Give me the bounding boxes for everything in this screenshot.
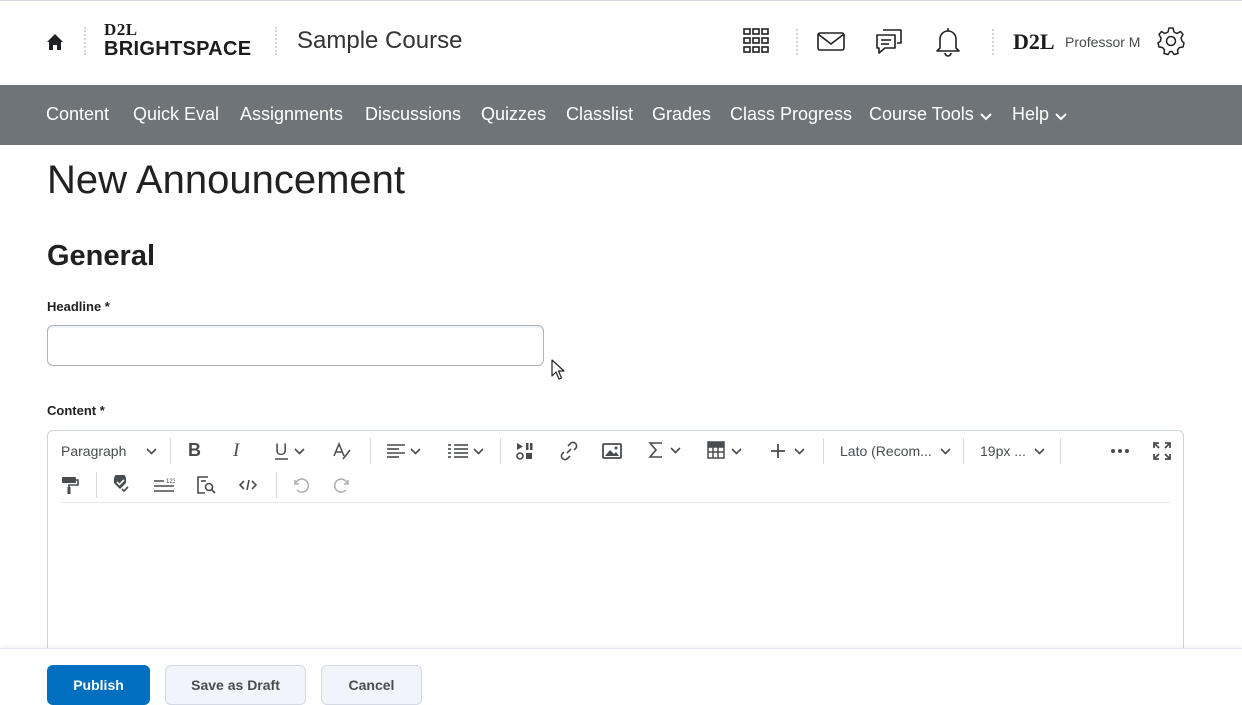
nav-discussions[interactable]: Discussions	[365, 104, 461, 125]
user-name[interactable]: Professor M	[1065, 34, 1140, 50]
headline-input[interactable]	[47, 325, 544, 366]
save-draft-button[interactable]: Save as Draft	[165, 665, 306, 705]
course-selector-grid-icon[interactable]	[740, 25, 772, 57]
word-count-icon[interactable]: 123	[153, 477, 175, 493]
toolbar-divider	[96, 472, 97, 498]
mouse-pointer-icon	[550, 358, 566, 387]
svg-text:B: B	[188, 440, 201, 460]
chevron-down-icon	[670, 441, 681, 459]
chevron-down-icon	[980, 105, 992, 126]
insert-plus-icon[interactable]	[770, 442, 805, 460]
toolbar-bottom-border	[60, 502, 1170, 503]
email-icon[interactable]	[815, 25, 847, 57]
chevron-down-icon	[1055, 105, 1067, 126]
undo-icon[interactable]	[291, 476, 309, 494]
toolbar-divider	[276, 472, 277, 498]
logo-brightspace-text: BRIGHTSPACE	[104, 38, 252, 60]
divider	[275, 27, 277, 55]
course-navbar: Content Quick Eval Assignments Discussio…	[0, 85, 1242, 145]
chat-icon[interactable]	[873, 25, 905, 57]
chevron-down-icon	[1034, 442, 1045, 460]
more-options-icon[interactable]	[1110, 448, 1130, 454]
font-size-dropdown[interactable]: 19px ...	[980, 441, 1045, 461]
svg-text:123: 123	[166, 479, 175, 485]
nav-course-tools[interactable]: Course Tools	[869, 104, 992, 126]
link-icon[interactable]	[559, 441, 579, 461]
content-label: Content *	[47, 403, 105, 418]
preview-icon[interactable]	[196, 475, 216, 495]
bold-icon[interactable]: B	[187, 440, 203, 460]
redo-icon[interactable]	[334, 476, 352, 494]
divider	[796, 29, 798, 55]
section-title: General	[47, 240, 155, 272]
font-size-value: 19px ...	[980, 443, 1026, 459]
insert-media-icon[interactable]	[515, 441, 535, 461]
source-code-icon[interactable]	[238, 478, 258, 492]
brightspace-logo[interactable]: D2L BRIGHTSPACE	[104, 21, 251, 60]
rich-text-editor[interactable]: Paragraph B I U Lato (Recom... 19px ... …	[47, 430, 1184, 670]
toolbar-divider	[500, 438, 501, 464]
format-painter-icon[interactable]	[60, 475, 80, 495]
chevron-down-icon	[731, 442, 742, 460]
gear-icon[interactable]	[1155, 25, 1187, 57]
font-family-dropdown[interactable]: Lato (Recom...	[840, 441, 951, 461]
align-icon[interactable]	[386, 442, 421, 460]
nav-help[interactable]: Help	[1012, 104, 1067, 126]
svg-text:U: U	[275, 440, 287, 459]
toolbar-divider	[370, 438, 371, 464]
org-logo[interactable]: D2L	[1013, 29, 1055, 55]
block-format-value: Paragraph	[61, 443, 127, 459]
text-color-icon[interactable]	[332, 441, 352, 461]
equation-icon[interactable]	[648, 440, 681, 460]
course-title[interactable]: Sample Course	[297, 27, 462, 55]
nav-content[interactable]: Content	[46, 104, 109, 125]
top-bar: D2L BRIGHTSPACE Sample Course D2L Profes…	[0, 0, 1242, 85]
block-format-dropdown[interactable]: Paragraph	[61, 440, 157, 462]
toolbar-divider	[823, 438, 824, 464]
nav-course-tools-label: Course Tools	[869, 104, 974, 124]
divider	[84, 27, 86, 55]
image-icon[interactable]	[602, 442, 622, 460]
fullscreen-icon[interactable]	[1152, 441, 1172, 461]
chevron-down-icon	[294, 442, 305, 460]
divider	[992, 29, 994, 55]
accessibility-checker-icon[interactable]	[110, 475, 130, 495]
chevron-down-icon	[410, 442, 421, 460]
page-title: New Announcement	[47, 158, 406, 202]
toolbar-divider	[1060, 438, 1061, 464]
chevron-down-icon	[794, 442, 805, 460]
nav-assignments[interactable]: Assignments	[240, 104, 343, 125]
nav-help-label: Help	[1012, 104, 1050, 124]
toolbar-divider	[170, 438, 171, 464]
svg-text:I: I	[232, 440, 241, 460]
list-icon[interactable]	[447, 442, 484, 460]
nav-class-progress[interactable]: Class Progress	[730, 104, 852, 125]
headline-label: Headline *	[47, 299, 110, 314]
nav-classlist[interactable]: Classlist	[566, 104, 633, 125]
font-family-value: Lato (Recom...	[840, 443, 932, 459]
publish-button[interactable]: Publish	[47, 665, 150, 705]
italic-icon[interactable]: I	[231, 440, 245, 460]
nav-quizzes[interactable]: Quizzes	[481, 104, 546, 125]
bell-icon[interactable]	[932, 25, 964, 57]
nav-quick-eval[interactable]: Quick Eval	[133, 104, 219, 125]
cancel-button[interactable]: Cancel	[321, 665, 422, 705]
chevron-down-icon	[940, 442, 951, 460]
chevron-down-icon	[473, 442, 484, 460]
toolbar-divider	[963, 438, 964, 464]
nav-grades[interactable]: Grades	[652, 104, 711, 125]
chevron-down-icon	[146, 442, 157, 460]
home-icon[interactable]	[44, 31, 66, 53]
underline-icon[interactable]: U	[274, 440, 305, 462]
form-footer: Publish Save as Draft Cancel	[0, 648, 1242, 705]
logo-d2l-text: D2L	[104, 20, 138, 39]
table-icon[interactable]	[707, 441, 742, 461]
